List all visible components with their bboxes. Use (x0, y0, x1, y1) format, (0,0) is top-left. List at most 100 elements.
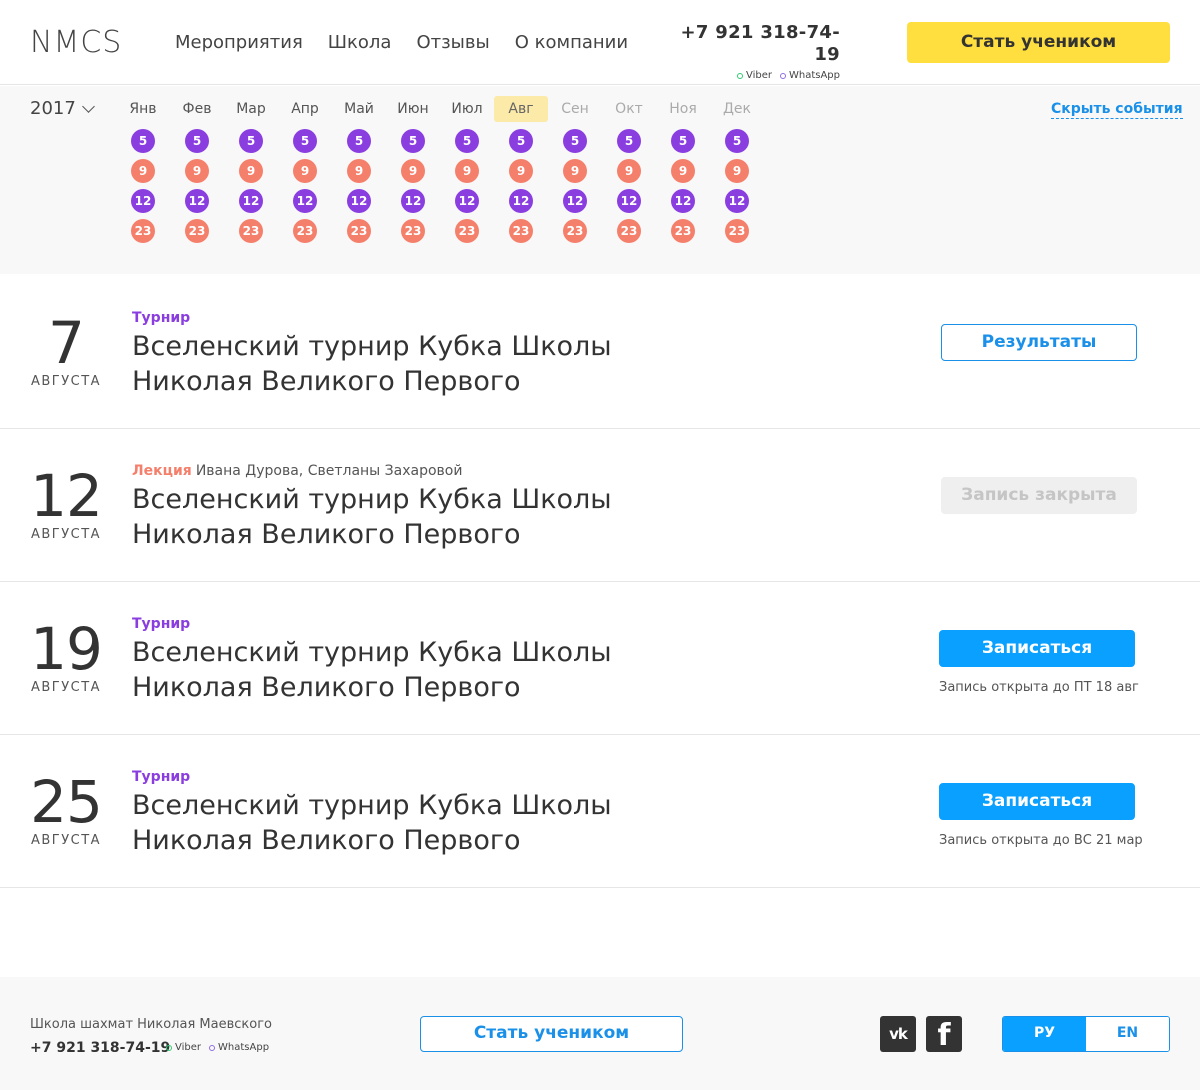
event-title[interactable]: Вселенский турнир Кубка Школы Николая Ве… (132, 635, 692, 705)
calendar-day-marker[interactable]: 12 (131, 189, 155, 213)
event-title[interactable]: Вселенский турнир Кубка Школы Николая Ве… (132, 788, 692, 858)
calendar-day-marker[interactable]: 12 (347, 189, 371, 213)
month-label[interactable]: Май (332, 96, 386, 122)
results-button[interactable]: Результаты (941, 324, 1137, 361)
calendar-day-marker[interactable]: 5 (509, 129, 533, 153)
calendar-day-marker[interactable]: 5 (131, 129, 155, 153)
calendar-day-marker[interactable]: 5 (563, 129, 587, 153)
facebook-icon[interactable]: f (926, 1016, 962, 1052)
calendar-day-marker[interactable]: 5 (293, 129, 317, 153)
month-label[interactable]: Авг (494, 96, 548, 122)
calendar-day-marker[interactable]: 23 (617, 219, 641, 243)
month-label[interactable]: Июн (386, 96, 440, 122)
month-label[interactable]: Окт (602, 96, 656, 122)
month-column: Дек 5 9 12 23 (710, 96, 764, 243)
month-label[interactable]: Дек (710, 96, 764, 122)
calendar-day-marker[interactable]: 9 (617, 159, 641, 183)
month-column: Авг 5 9 12 23 (494, 96, 548, 243)
viber-link[interactable]: Viber (166, 1042, 201, 1054)
nav-item-reviews[interactable]: Отзывы (416, 31, 489, 55)
calendar-day-marker[interactable]: 9 (131, 159, 155, 183)
calendar-day-marker[interactable]: 5 (455, 129, 479, 153)
month-label[interactable]: Ноя (656, 96, 710, 122)
month-label[interactable]: Янв (116, 96, 170, 122)
calendar-day-marker[interactable]: 5 (185, 129, 209, 153)
calendar-day-marker[interactable]: 12 (563, 189, 587, 213)
calendar-day-marker[interactable]: 9 (401, 159, 425, 183)
calendar-day-marker[interactable]: 5 (725, 129, 749, 153)
header-phone[interactable]: +7 921 318-74-19 (674, 22, 840, 66)
calendar-day-marker[interactable]: 23 (293, 219, 317, 243)
footer-become-student-button[interactable]: Стать учеником (420, 1016, 683, 1052)
calendar-day-marker[interactable]: 12 (455, 189, 479, 213)
calendar-day-marker[interactable]: 9 (671, 159, 695, 183)
calendar-day-marker[interactable]: 23 (239, 219, 263, 243)
viber-icon (166, 1045, 172, 1051)
calendar-day-marker[interactable]: 5 (239, 129, 263, 153)
event-title[interactable]: Вселенский турнир Кубка Школы Николая Ве… (132, 329, 692, 399)
event-title-line: Николая Великого Первого (132, 825, 521, 856)
event-month: августа (30, 680, 102, 695)
calendar-day-marker[interactable]: 9 (293, 159, 317, 183)
calendar-day-marker[interactable]: 9 (185, 159, 209, 183)
whatsapp-label: WhatsApp (218, 1042, 270, 1053)
calendar-day-marker[interactable]: 23 (131, 219, 155, 243)
calendar-day-marker[interactable]: 5 (617, 129, 641, 153)
calendar-day-marker[interactable]: 12 (185, 189, 209, 213)
calendar-day-marker[interactable]: 5 (671, 129, 695, 153)
viber-link[interactable]: Viber (736, 70, 772, 82)
calendar-day-marker[interactable]: 23 (563, 219, 587, 243)
calendar-day-marker[interactable]: 23 (671, 219, 695, 243)
event-row: 25 августа Турнир Вселенский турнир Кубк… (0, 735, 1200, 888)
year-selector[interactable]: 2017 (30, 97, 95, 121)
nav-item-events[interactable]: Мероприятия (175, 31, 303, 55)
main-nav: Мероприятия Школа Отзывы О компании (175, 31, 628, 55)
month-label[interactable]: Мар (224, 96, 278, 122)
month-label[interactable]: Фев (170, 96, 224, 122)
calendar-day-marker[interactable]: 12 (617, 189, 641, 213)
whatsapp-label: WhatsApp (788, 70, 840, 81)
calendar-day-marker[interactable]: 12 (671, 189, 695, 213)
lang-ru[interactable]: РУ (1003, 1017, 1086, 1051)
event-title[interactable]: Вселенский турнир Кубка Школы Николая Ве… (132, 482, 692, 552)
register-button[interactable]: Записаться (939, 783, 1135, 820)
event-type: Турнир (132, 616, 191, 632)
calendar-day-marker[interactable]: 12 (725, 189, 749, 213)
calendar-day-marker[interactable]: 9 (725, 159, 749, 183)
calendar-day-marker[interactable]: 12 (401, 189, 425, 213)
calendar-day-marker[interactable]: 9 (509, 159, 533, 183)
nav-item-school[interactable]: Школа (328, 31, 392, 55)
month-label[interactable]: Апр (278, 96, 332, 122)
calendar-day-marker[interactable]: 23 (401, 219, 425, 243)
event-month: августа (30, 833, 102, 848)
footer-phone[interactable]: +7 921 318-74-19 (30, 1039, 170, 1057)
calendar-day-marker[interactable]: 23 (455, 219, 479, 243)
calendar-day-marker[interactable]: 9 (563, 159, 587, 183)
calendar-day-marker[interactable]: 9 (455, 159, 479, 183)
calendar-day-marker[interactable]: 23 (347, 219, 371, 243)
register-button[interactable]: Записаться (939, 630, 1135, 667)
calendar-day-marker[interactable]: 23 (509, 219, 533, 243)
become-student-button[interactable]: Стать учеником (907, 22, 1170, 63)
month-column: Ноя 5 9 12 23 (656, 96, 710, 243)
whatsapp-link[interactable]: WhatsApp (779, 70, 840, 82)
lang-en[interactable]: EN (1086, 1017, 1169, 1051)
hide-events-link[interactable]: Скрыть события (1051, 101, 1183, 119)
calendar-day-marker[interactable]: 9 (239, 159, 263, 183)
calendar-day-marker[interactable]: 12 (293, 189, 317, 213)
whatsapp-link[interactable]: WhatsApp (209, 1042, 269, 1054)
nav-item-about[interactable]: О компании (515, 31, 628, 55)
calendar-day-marker[interactable]: 9 (347, 159, 371, 183)
calendar-day-marker[interactable]: 12 (509, 189, 533, 213)
calendar-day-marker[interactable]: 23 (185, 219, 209, 243)
logo[interactable]: NMCS (30, 26, 122, 60)
vk-icon[interactable]: vk (880, 1016, 916, 1052)
calendar-day-marker[interactable]: 5 (401, 129, 425, 153)
event-title-line: Вселенский турнир Кубка Школы (132, 331, 612, 362)
month-label[interactable]: Июл (440, 96, 494, 122)
calendar-day-marker[interactable]: 5 (347, 129, 371, 153)
calendar-day-marker[interactable]: 23 (725, 219, 749, 243)
month-label[interactable]: Сен (548, 96, 602, 122)
viber-label: Viber (175, 1042, 202, 1053)
calendar-day-marker[interactable]: 12 (239, 189, 263, 213)
